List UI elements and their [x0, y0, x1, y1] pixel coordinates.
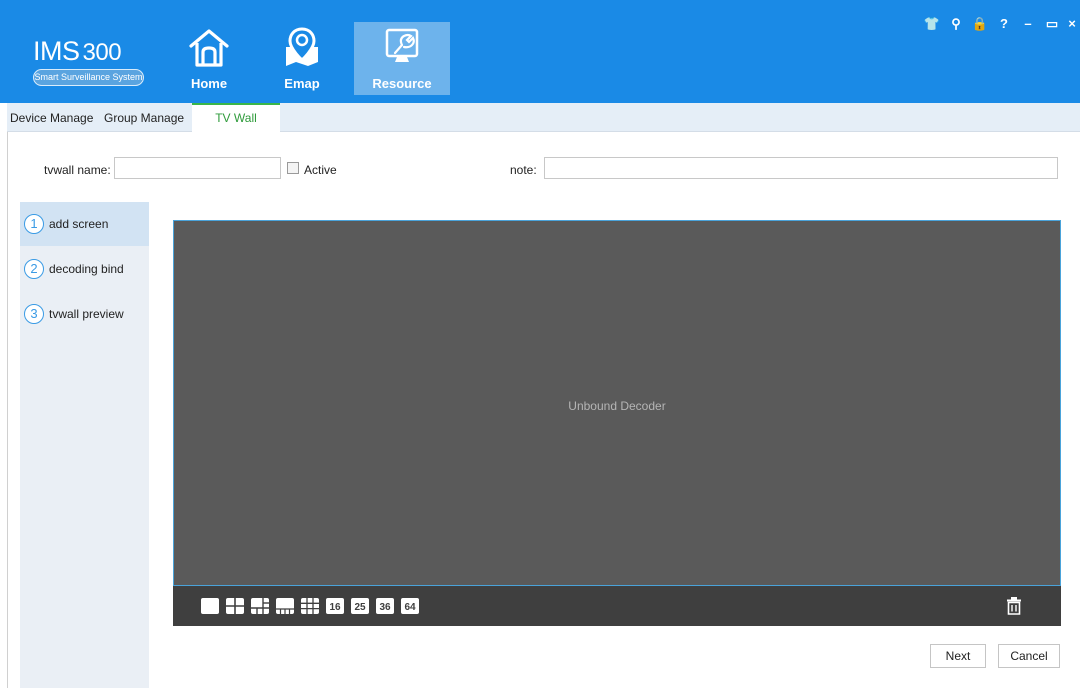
help-icon[interactable]: ? — [992, 14, 1016, 34]
active-label: Active — [304, 163, 337, 177]
logo-title: IMS 300 — [33, 36, 122, 66]
step-list: 1 add screen 2 decoding bind 3 tvwall pr… — [20, 202, 149, 688]
tab-bar: Device Manage Group Manage TV Wall — [7, 103, 1080, 132]
note-label: note: — [510, 163, 537, 177]
home-icon — [173, 26, 245, 70]
next-button[interactable]: Next — [930, 644, 986, 668]
maximize-icon[interactable]: ▭ — [1040, 14, 1064, 34]
active-checkbox[interactable] — [287, 162, 299, 174]
minimize-icon[interactable]: – — [1016, 14, 1040, 34]
nav-emap-label: Emap — [284, 76, 320, 91]
layout-64-button[interactable]: 64 — [401, 598, 419, 614]
tab-tv-wall[interactable]: TV Wall — [192, 103, 280, 132]
cancel-button[interactable]: Cancel — [998, 644, 1060, 668]
window-controls: 👕 ⚲ 🔒 ? – ▭ × — [920, 14, 1080, 34]
layout-toolbar: 16 25 36 64 — [173, 586, 1061, 626]
tvwall-name-label: tvwall name: — [44, 163, 111, 177]
nav-home[interactable]: Home — [173, 22, 245, 95]
nav-resource[interactable]: Resource — [354, 22, 450, 95]
skin-icon[interactable]: 👕 — [920, 14, 944, 34]
wrench-icon — [354, 26, 450, 70]
layout-25-button[interactable]: 25 — [351, 598, 369, 614]
step-label: add screen — [49, 217, 109, 231]
step-number: 1 — [24, 214, 44, 234]
svg-text:25: 25 — [354, 602, 366, 613]
step-tvwall-preview[interactable]: 3 tvwall preview — [20, 292, 149, 336]
layout-16-button[interactable]: 16 — [326, 598, 344, 614]
app-header: IMS 300 Smart Surveillance System Home Em… — [0, 0, 1080, 103]
tvwall-canvas[interactable]: Unbound Decoder — [173, 220, 1061, 586]
svg-text:64: 64 — [404, 602, 416, 613]
step-label: decoding bind — [49, 262, 124, 276]
logo-subtitle: Smart Surveillance System — [33, 69, 144, 86]
app-logo: IMS 300 Smart Surveillance System — [33, 37, 145, 86]
map-pin-icon — [266, 26, 338, 70]
tvwall-name-input[interactable] — [114, 157, 281, 179]
window-left-border — [7, 132, 8, 688]
unbound-decoder-text: Unbound Decoder — [568, 399, 666, 413]
layout-36-button[interactable]: 36 — [376, 598, 394, 614]
step-number: 2 — [24, 259, 44, 279]
step-label: tvwall preview — [49, 307, 124, 321]
step-add-screen[interactable]: 1 add screen — [20, 202, 149, 246]
trash-icon[interactable] — [1006, 597, 1022, 615]
close-icon[interactable]: × — [1064, 14, 1080, 34]
nav-emap[interactable]: Emap — [266, 22, 338, 95]
layout-1-button[interactable] — [201, 598, 219, 614]
nav-home-label: Home — [190, 76, 228, 91]
layout-4-button[interactable] — [226, 598, 244, 614]
layout-9-button[interactable] — [301, 598, 319, 614]
step-decoding-bind[interactable]: 2 decoding bind — [20, 247, 149, 291]
lock-icon[interactable]: 🔒 — [968, 14, 992, 34]
nav-resource-label: Resource — [372, 76, 432, 91]
user-icon[interactable]: ⚲ — [944, 14, 968, 34]
svg-text:36: 36 — [379, 602, 391, 613]
layout-6-button[interactable] — [251, 598, 269, 614]
note-input[interactable] — [544, 157, 1058, 179]
svg-text:16: 16 — [329, 602, 341, 613]
tab-group-manage[interactable]: Group Manage — [104, 103, 184, 132]
tab-device-manage[interactable]: Device Manage — [10, 103, 93, 132]
layout-8-button[interactable] — [276, 598, 294, 614]
step-number: 3 — [24, 304, 44, 324]
